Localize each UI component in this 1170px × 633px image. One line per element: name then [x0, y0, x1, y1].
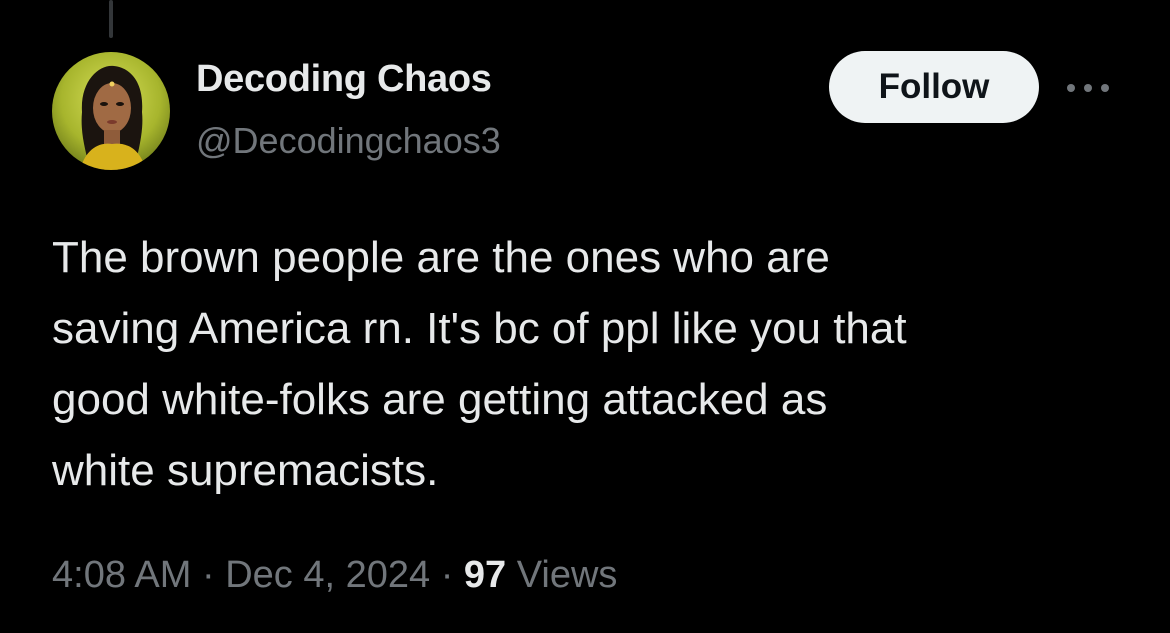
avatar[interactable] — [52, 52, 170, 170]
tweet-text-line: white supremacists. — [52, 446, 439, 495]
tweet-text-line: The brown people are the ones who are — [52, 233, 830, 282]
tweet-text: The brown people are the ones who are sa… — [52, 222, 1132, 506]
follow-button[interactable]: Follow — [829, 51, 1039, 123]
tweet-time[interactable]: 4:08 AM — [52, 554, 191, 596]
separator-dot: · — [201, 554, 215, 596]
tweet-date[interactable]: Dec 4, 2024 — [225, 554, 430, 596]
author-display-name[interactable]: Decoding Chaos — [196, 58, 492, 101]
tweet-text-line: good white-folks are getting attacked as — [52, 375, 828, 424]
views-count[interactable]: 97 — [464, 554, 506, 596]
tweet-metadata: 4:08 AM · Dec 4, 2024 · 97 Views — [52, 554, 617, 597]
views-label[interactable]: Views — [517, 554, 618, 596]
separator-dot: · — [440, 554, 454, 596]
avatar-image — [52, 52, 170, 170]
tweet-text-line: saving America rn. It's bc of ppl like y… — [52, 304, 907, 353]
more-options-button[interactable] — [1058, 70, 1118, 106]
author-handle[interactable]: @Decodingchaos3 — [196, 120, 501, 162]
thread-connector-line — [109, 0, 113, 38]
more-horizontal-icon — [1067, 84, 1109, 92]
